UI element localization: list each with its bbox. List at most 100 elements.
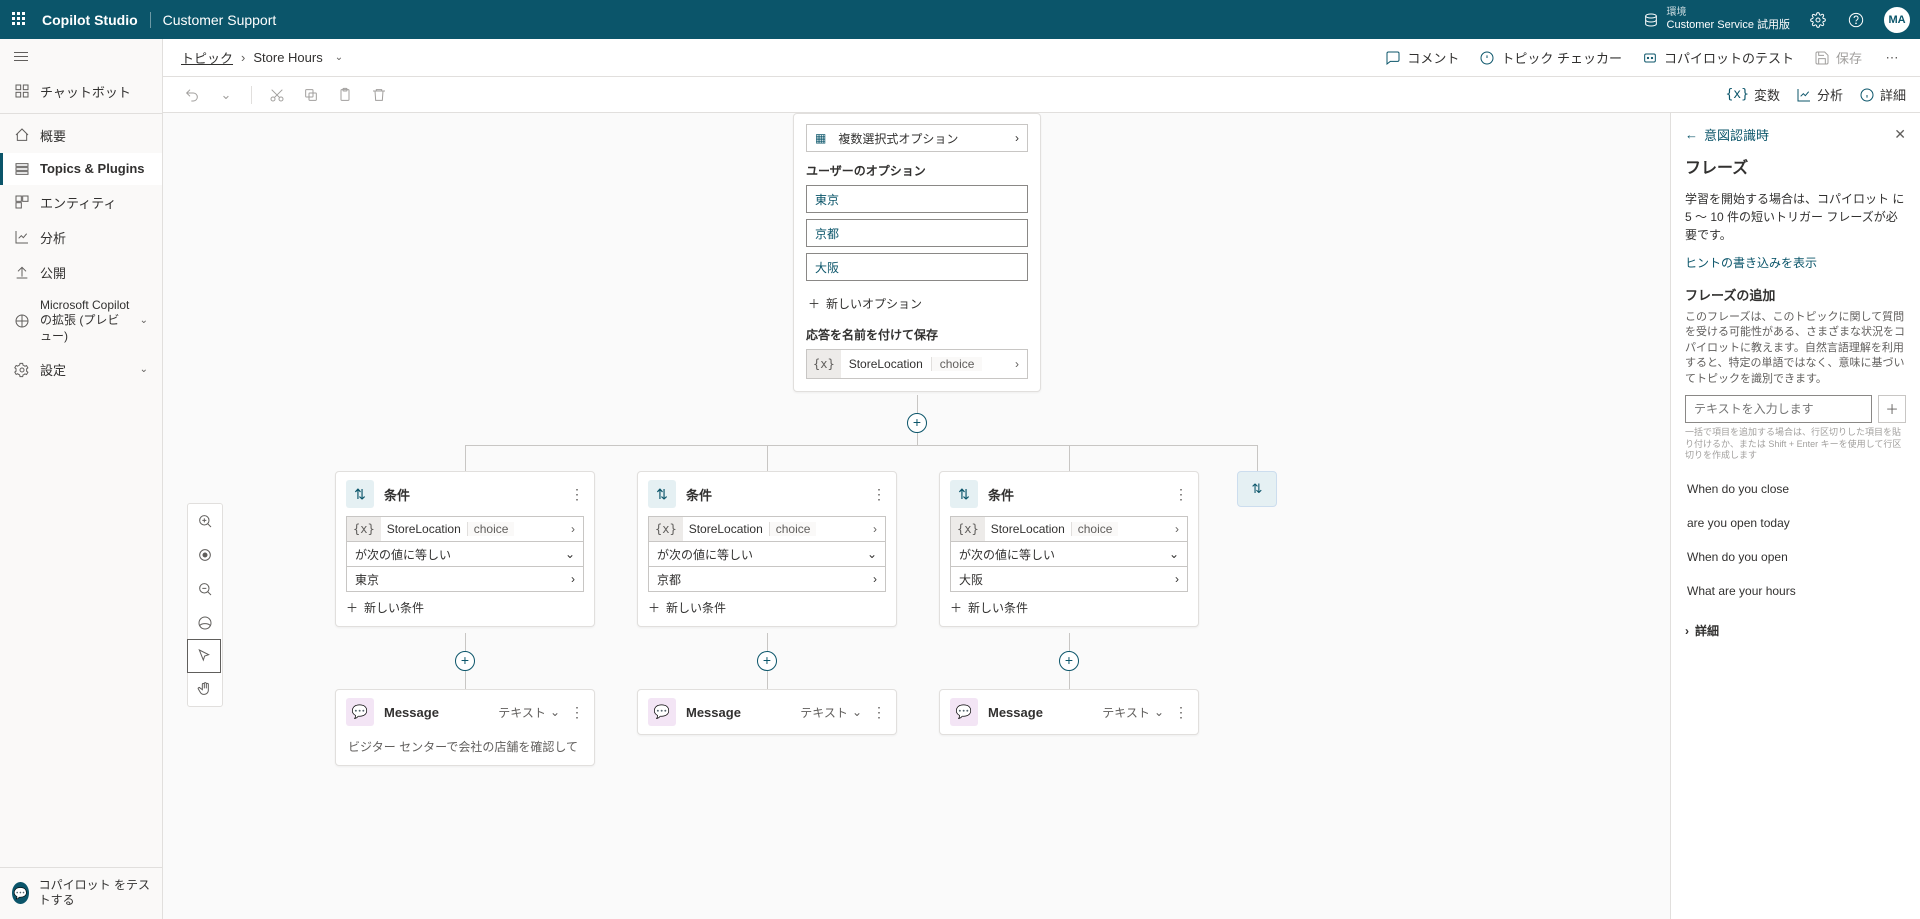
add-condition-button[interactable]: ＋新しい条件 bbox=[950, 599, 1188, 616]
copy-button[interactable] bbox=[296, 81, 326, 109]
add-phrase-button[interactable]: ＋ bbox=[1878, 395, 1906, 423]
label: 新しい条件 bbox=[968, 599, 1028, 616]
cond-value[interactable]: 大阪› bbox=[950, 566, 1188, 592]
node-more-menu[interactable]: ⋮ bbox=[1174, 486, 1188, 503]
zoom-fit-button[interactable] bbox=[188, 538, 222, 572]
nav-label: エンティティ bbox=[40, 193, 116, 212]
add-node-button[interactable]: + bbox=[907, 413, 927, 433]
add-node-button[interactable]: + bbox=[1059, 651, 1079, 671]
topic-checker-button[interactable]: トピック チェッカー bbox=[1479, 48, 1622, 67]
analytics-panel-button[interactable]: 分析 bbox=[1796, 85, 1843, 104]
node-more-menu[interactable]: ⋮ bbox=[872, 704, 886, 721]
cut-button[interactable] bbox=[262, 81, 292, 109]
cond-operator[interactable]: が次の値に等しい⌄ bbox=[648, 541, 886, 567]
cond-variable[interactable]: {x}StoreLocationchoice› bbox=[346, 516, 584, 542]
show-hints-link[interactable]: ヒントの書き込みを表示 bbox=[1685, 254, 1906, 271]
node-more-menu[interactable]: ⋮ bbox=[570, 704, 584, 721]
app-launcher-icon[interactable] bbox=[10, 10, 30, 30]
add-option-button[interactable]: ＋新しいオプション bbox=[806, 291, 1028, 316]
nav-topics[interactable]: Topics & Plugins bbox=[0, 153, 162, 185]
paste-button[interactable] bbox=[330, 81, 360, 109]
message-type-selector[interactable]: テキスト ⌄ bbox=[1102, 704, 1164, 721]
breadcrumb-bar: トピック › Store Hours ⌄ コメント トピック チェッカー コパイ… bbox=[163, 39, 1920, 77]
panel-details-toggle[interactable]: ›詳細 bbox=[1685, 622, 1906, 639]
nav-copilot-ext[interactable]: Microsoft Copilot の拡張 (プレビュー)⌄ bbox=[0, 290, 162, 353]
environment-picker[interactable]: 環境Customer Service 試用版 bbox=[1643, 7, 1790, 32]
authoring-canvas[interactable]: ▦複数選択式オプション › ユーザーのオプション ＋新しいオプション 応答を名前… bbox=[163, 113, 1670, 919]
phrase-item[interactable]: When do you open bbox=[1685, 540, 1906, 574]
map-icon bbox=[197, 615, 213, 631]
cond-variable[interactable]: {x}StoreLocationchoice› bbox=[950, 516, 1188, 542]
phrase-item[interactable]: When do you close bbox=[1685, 472, 1906, 506]
phrase-input[interactable] bbox=[1685, 395, 1872, 423]
question-node[interactable]: ▦複数選択式オプション › ユーザーのオプション ＋新しいオプション 応答を名前… bbox=[793, 113, 1041, 392]
plus-icon: ＋ bbox=[648, 599, 660, 616]
cond-value[interactable]: 京都› bbox=[648, 566, 886, 592]
identify-selector[interactable]: ▦複数選択式オプション › bbox=[806, 124, 1028, 152]
breadcrumb-root[interactable]: トピック bbox=[181, 48, 233, 67]
condition-node-0[interactable]: ⇅条件⋮ {x}StoreLocationchoice› が次の値に等しい⌄ 東… bbox=[335, 471, 595, 627]
topics-icon bbox=[14, 161, 30, 177]
add-condition-button[interactable]: ＋新しい条件 bbox=[346, 599, 584, 616]
cond-operator[interactable]: が次の値に等しい⌄ bbox=[950, 541, 1188, 567]
zoom-out-button[interactable] bbox=[188, 572, 222, 606]
nav-publish[interactable]: 公開 bbox=[0, 255, 162, 290]
comments-button[interactable]: コメント bbox=[1385, 48, 1459, 67]
condition-node-2[interactable]: ⇅条件⋮ {x}StoreLocationchoice› が次の値に等しい⌄ 大… bbox=[939, 471, 1199, 627]
select-mode-button[interactable] bbox=[187, 639, 221, 673]
more-menu[interactable]: ⋯ bbox=[1882, 48, 1902, 68]
settings-icon[interactable] bbox=[1808, 10, 1828, 30]
node-more-menu[interactable]: ⋮ bbox=[1174, 704, 1188, 721]
message-node-2[interactable]: 💬Messageテキスト ⌄⋮ bbox=[939, 689, 1199, 735]
add-node-button[interactable]: + bbox=[757, 651, 777, 671]
cond-operator[interactable]: が次の値に等しい⌄ bbox=[346, 541, 584, 567]
phrase-item[interactable]: are you open today bbox=[1685, 506, 1906, 540]
response-variable[interactable]: {x} StoreLocation choice › bbox=[806, 349, 1028, 379]
add-node-button[interactable]: + bbox=[455, 651, 475, 671]
undo-button[interactable] bbox=[177, 81, 207, 109]
option-input-2[interactable] bbox=[806, 253, 1028, 281]
else-condition-stub[interactable]: ⇅ bbox=[1237, 471, 1277, 507]
user-avatar[interactable]: MA bbox=[1884, 7, 1910, 33]
app-title[interactable]: Customer Support bbox=[150, 12, 277, 28]
minimap-button[interactable] bbox=[188, 606, 222, 640]
nav-settings[interactable]: 設定⌄ bbox=[0, 352, 162, 387]
option-input-0[interactable] bbox=[806, 185, 1028, 213]
phrase-item[interactable]: What are your hours bbox=[1685, 574, 1906, 608]
test-copilot-button[interactable]: コパイロットのテスト bbox=[1642, 48, 1794, 67]
node-more-menu[interactable]: ⋮ bbox=[570, 486, 584, 503]
nav-analytics[interactable]: 分析 bbox=[0, 220, 162, 255]
condition-node-1[interactable]: ⇅条件⋮ {x}StoreLocationchoice› が次の値に等しい⌄ 京… bbox=[637, 471, 897, 627]
delete-button[interactable] bbox=[364, 81, 394, 109]
message-node-0[interactable]: 💬Messageテキスト ⌄⋮ ビジター センターで会社の店舗を確認して bbox=[335, 689, 595, 766]
zoom-in-button[interactable] bbox=[188, 504, 222, 538]
help-icon[interactable] bbox=[1846, 10, 1866, 30]
product-title: Copilot Studio bbox=[42, 12, 138, 28]
message-node-1[interactable]: 💬Messageテキスト ⌄⋮ bbox=[637, 689, 897, 735]
nav-chatbots[interactable]: チャットボット bbox=[0, 74, 162, 109]
node-title: Message bbox=[384, 705, 488, 720]
val-label: 東京 bbox=[355, 571, 379, 588]
undo-menu[interactable]: ⌄ bbox=[211, 81, 241, 109]
nav-overview[interactable]: 概要 bbox=[0, 118, 162, 153]
test-bot-button[interactable]: 💬 コパイロット をテストする bbox=[0, 867, 162, 919]
pan-mode-button[interactable] bbox=[188, 672, 222, 706]
nav-label: チャットボット bbox=[40, 82, 131, 101]
add-condition-button[interactable]: ＋新しい条件 bbox=[648, 599, 886, 616]
save-button[interactable]: 保存 bbox=[1814, 48, 1862, 67]
node-more-menu[interactable]: ⋮ bbox=[872, 486, 886, 503]
options-heading: ユーザーのオプション bbox=[806, 162, 1028, 179]
option-input-1[interactable] bbox=[806, 219, 1028, 247]
variables-panel-button[interactable]: {x}変数 bbox=[1725, 85, 1780, 104]
cond-value[interactable]: 東京› bbox=[346, 566, 584, 592]
panel-back-button[interactable]: ←意図認識時 bbox=[1685, 125, 1769, 144]
topic-switch-chevron[interactable]: ⌄ bbox=[335, 52, 343, 63]
sidebar-toggle[interactable] bbox=[0, 39, 162, 74]
details-panel-button[interactable]: 詳細 bbox=[1859, 85, 1906, 104]
panel-close-button[interactable]: ✕ bbox=[1894, 126, 1906, 143]
nav-entities[interactable]: エンティティ bbox=[0, 185, 162, 220]
cond-variable[interactable]: {x}StoreLocationchoice› bbox=[648, 516, 886, 542]
cut-icon bbox=[269, 87, 285, 103]
message-type-selector[interactable]: テキスト ⌄ bbox=[800, 704, 862, 721]
message-type-selector[interactable]: テキスト ⌄ bbox=[498, 704, 560, 721]
